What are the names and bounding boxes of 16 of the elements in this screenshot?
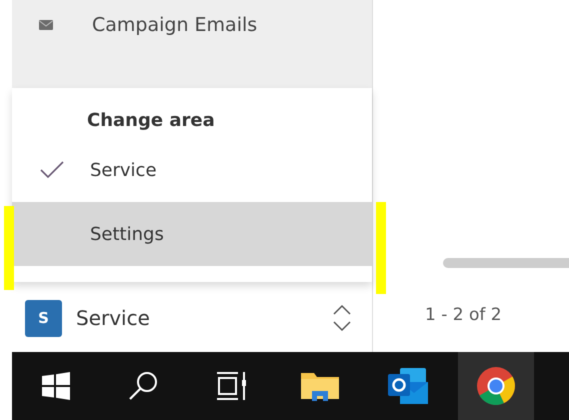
scrollbar[interactable] bbox=[443, 258, 569, 268]
outlook-icon[interactable] bbox=[386, 366, 430, 406]
area-badge: S bbox=[25, 300, 62, 336]
area-switcher[interactable]: S Service bbox=[12, 288, 372, 348]
task-view-icon[interactable] bbox=[216, 371, 248, 401]
windows-icon[interactable] bbox=[41, 371, 71, 401]
menu-title: Change area bbox=[86, 109, 216, 133]
up-down-chevron-icon bbox=[332, 303, 352, 333]
chrome-icon[interactable] bbox=[476, 366, 516, 406]
menu-item[interactable]: Service bbox=[12, 138, 372, 202]
nav-item[interactable]: Campaign Emails bbox=[12, 0, 372, 50]
checkmark-icon bbox=[40, 161, 64, 179]
envelope-icon bbox=[39, 20, 53, 30]
pager-text: 1 - 2 of 2 bbox=[425, 305, 502, 325]
search-icon[interactable] bbox=[128, 370, 160, 402]
menu-item[interactable]: Settings bbox=[12, 202, 372, 266]
